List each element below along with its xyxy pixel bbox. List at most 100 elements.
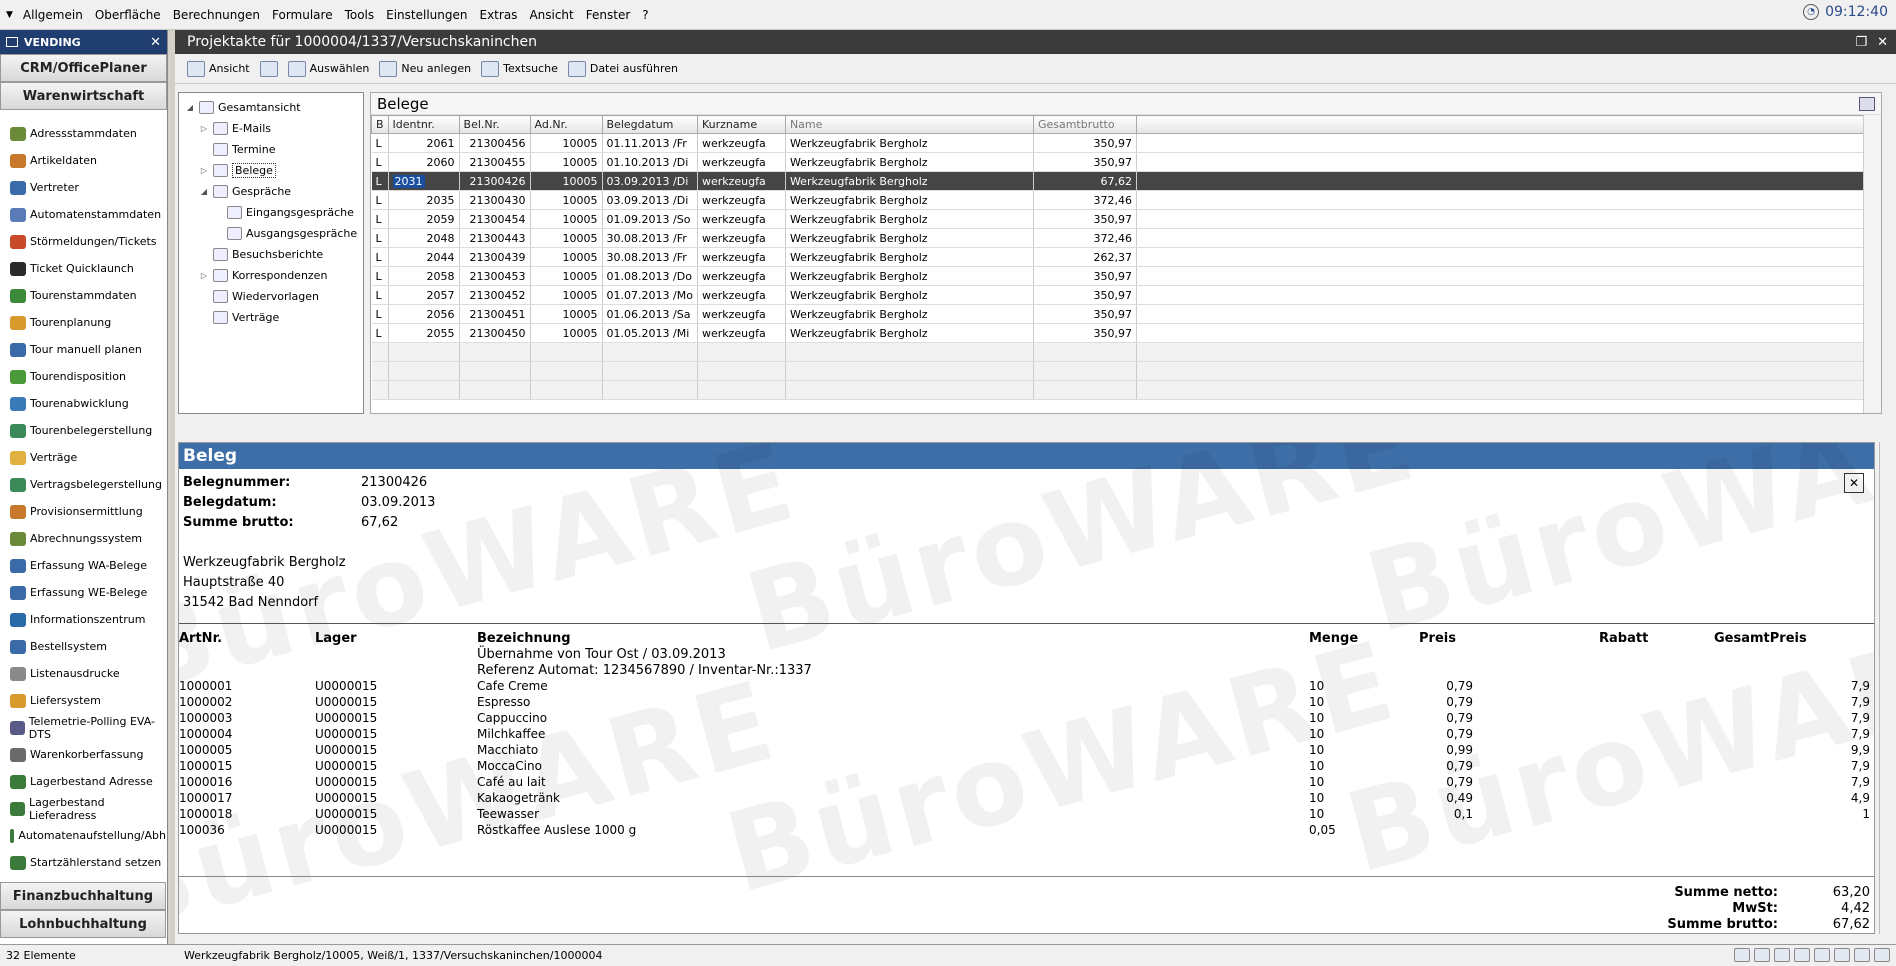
menu-item[interactable]: Berechnungen: [167, 8, 266, 22]
table-row[interactable]: L 2055 21300450 10005 01.05.2013 /Mi werkzeug…: [371, 323, 1873, 343]
column-header[interactable]: Belegdatum: [601, 115, 698, 134]
menu-item[interactable]: Tools: [339, 8, 381, 22]
module-finanzbuchhaltung-button[interactable]: Finanzbuchhaltung: [0, 882, 166, 910]
table-row[interactable]: L 2044 21300439 10005 30.08.2013 /Fr werkzeug…: [371, 247, 1873, 267]
toolbar-button[interactable]: Neu anlegen: [379, 60, 471, 77]
tree-toggle-icon[interactable]: ◢: [185, 103, 195, 112]
nav-item[interactable]: Bestellsystem: [0, 633, 166, 660]
column-header[interactable]: Ad.Nr.: [529, 115, 603, 134]
tree-node[interactable]: ◢ Gespräche: [179, 181, 363, 202]
status-tool-icon[interactable]: [1754, 948, 1770, 962]
table-row[interactable]: L 2060 21300455 10005 01.10.2013 /Di werkzeug…: [371, 152, 1873, 172]
table-row[interactable]: L 2057 21300452 10005 01.07.2013 /Mo werkzeug…: [371, 285, 1873, 305]
nav-item[interactable]: Listenausdrucke: [0, 660, 166, 687]
module-crm-button[interactable]: CRM/OfficePlaner: [0, 54, 167, 82]
nav-item[interactable]: Abrechnungssystem: [0, 525, 166, 552]
tree-toggle-icon[interactable]: ▷: [199, 124, 209, 133]
window-close-icon[interactable]: ✕: [1877, 35, 1888, 50]
nav-item[interactable]: Ticket Quicklaunch: [0, 255, 166, 282]
menu-item[interactable]: Allgemein: [17, 8, 89, 22]
cell-edit-value[interactable]: 2031: [392, 174, 425, 188]
nav-item[interactable]: Vertreter: [0, 174, 166, 201]
nav-item[interactable]: Automatenaufstellung/Abh: [0, 822, 166, 849]
nav-item[interactable]: Informationszentrum: [0, 606, 166, 633]
nav-item[interactable]: Liefersystem: [0, 687, 166, 714]
table-row[interactable]: L 2035 21300430 10005 03.09.2013 /Di werkzeug…: [371, 190, 1873, 210]
nav-item[interactable]: Tourenstammdaten: [0, 282, 166, 309]
toolbar-button[interactable]: [259, 60, 278, 77]
nav-item[interactable]: Tourenplanung: [0, 309, 166, 336]
module-warenwirtschaft-button[interactable]: Warenwirtschaft: [0, 82, 167, 110]
column-header[interactable]: B: [371, 115, 389, 134]
table-row[interactable]: L 2059 21300454 10005 01.09.2013 /So werkzeug…: [371, 209, 1873, 229]
nav-item[interactable]: Startzählerstand setzen: [0, 849, 166, 876]
menu-arrow-icon[interactable]: ▼: [0, 10, 17, 20]
nav-item[interactable]: Telemetrie-Polling EVA-DTS: [0, 714, 166, 741]
column-header[interactable]: Gesamtbrutto: [1032, 115, 1137, 134]
position-total: 7,9: [1850, 775, 1870, 789]
tree-node[interactable]: Besuchsberichte: [179, 244, 363, 265]
table-row[interactable]: L 2058 21300453 10005 01.08.2013 /Do werkzeug…: [371, 266, 1873, 286]
menu-item[interactable]: ?: [636, 8, 654, 22]
nav-item[interactable]: Tourenabwicklung: [0, 390, 166, 417]
menu-item[interactable]: Ansicht: [523, 8, 579, 22]
tree-node[interactable]: Verträge: [179, 307, 363, 328]
status-tool-icon[interactable]: [1834, 948, 1850, 962]
tree-node[interactable]: Eingangsgespräche: [179, 202, 363, 223]
nav-item[interactable]: Vertragsbelegerstellung: [0, 471, 166, 498]
close-icon[interactable]: ✕: [150, 35, 161, 50]
tree-node[interactable]: ▷ Belege: [179, 160, 363, 181]
column-header[interactable]: Kurzname: [696, 115, 786, 134]
toolbar-button[interactable]: Ansicht: [187, 60, 250, 77]
column-header[interactable]: Name: [784, 115, 1034, 134]
nav-item[interactable]: Verträge: [0, 444, 166, 471]
menu-item[interactable]: Fenster: [580, 8, 637, 22]
nav-item[interactable]: Adressstammdaten: [0, 120, 166, 147]
nav-item[interactable]: Warenkorberfassung: [0, 741, 166, 768]
toolbar-button[interactable]: Textsuche: [481, 60, 558, 77]
tree-node[interactable]: ▷ Korrespondenzen: [179, 265, 363, 286]
toolbar-button[interactable]: Auswählen: [287, 60, 369, 77]
nav-item[interactable]: Erfassung WE-Belege: [0, 579, 166, 606]
nav-item[interactable]: Tourenbelegerstellung: [0, 417, 166, 444]
nav-item[interactable]: Provisionsermittlung: [0, 498, 166, 525]
status-tool-icon[interactable]: [1814, 948, 1830, 962]
module-lohnbuchhaltung-button[interactable]: Lohnbuchhaltung: [0, 910, 166, 938]
table-row[interactable]: L 2061 21300456 10005 01.11.2013 /Fr werkzeug…: [371, 133, 1873, 153]
tree-node[interactable]: ▷ E-Mails: [179, 118, 363, 139]
table-row[interactable]: L 2056 21300451 10005 01.06.2013 /Sa werkzeug…: [371, 304, 1873, 324]
nav-item[interactable]: Erfassung WA-Belege: [0, 552, 166, 579]
restore-icon[interactable]: ❐: [1855, 35, 1867, 50]
menu-item[interactable]: Formulare: [266, 8, 339, 22]
nav-item[interactable]: Lagerbestand Adresse: [0, 768, 166, 795]
column-header[interactable]: Identnr.: [387, 115, 460, 134]
nav-item[interactable]: Störmeldungen/Tickets: [0, 228, 166, 255]
menu-item[interactable]: Einstellungen: [380, 8, 473, 22]
nav-item[interactable]: Tour manuell planen: [0, 336, 166, 363]
menu-item[interactable]: Extras: [474, 8, 524, 22]
tree-toggle-icon[interactable]: ▷: [199, 271, 209, 280]
status-tool-icon[interactable]: [1854, 948, 1870, 962]
table-row[interactable]: L 2048 21300443 10005 30.08.2013 /Fr werkzeug…: [371, 228, 1873, 248]
export-icon[interactable]: [1859, 96, 1875, 111]
nav-item[interactable]: Tourendisposition: [0, 363, 166, 390]
table-row[interactable]: L 2031 21300426 10005 03.09.2013 /Di werkzeug…: [371, 171, 1873, 191]
status-tool-icon[interactable]: [1734, 948, 1750, 962]
tree-node[interactable]: Ausgangsgespräche: [179, 223, 363, 244]
detail-close-icon[interactable]: ✕: [1844, 473, 1864, 493]
detail-scrollbar[interactable]: [1879, 442, 1896, 934]
nav-item[interactable]: Artikeldaten: [0, 147, 166, 174]
tree-node[interactable]: ◢ Gesamtansicht: [179, 97, 363, 118]
nav-item[interactable]: Automatenstammdaten: [0, 201, 166, 228]
toolbar-button[interactable]: Datei ausführen: [567, 60, 678, 77]
status-tool-icon[interactable]: [1774, 948, 1790, 962]
column-header[interactable]: Bel.Nr.: [458, 115, 531, 134]
tree-toggle-icon[interactable]: ▷: [199, 166, 209, 175]
status-tool-icon[interactable]: [1794, 948, 1810, 962]
tree-node[interactable]: Termine: [179, 139, 363, 160]
menu-item[interactable]: Oberfläche: [89, 8, 167, 22]
nav-item[interactable]: Lagerbestand Lieferadress: [0, 795, 166, 822]
status-tool-icon[interactable]: [1874, 948, 1890, 962]
tree-toggle-icon[interactable]: ◢: [199, 187, 209, 196]
tree-node[interactable]: Wiedervorlagen: [179, 286, 363, 307]
